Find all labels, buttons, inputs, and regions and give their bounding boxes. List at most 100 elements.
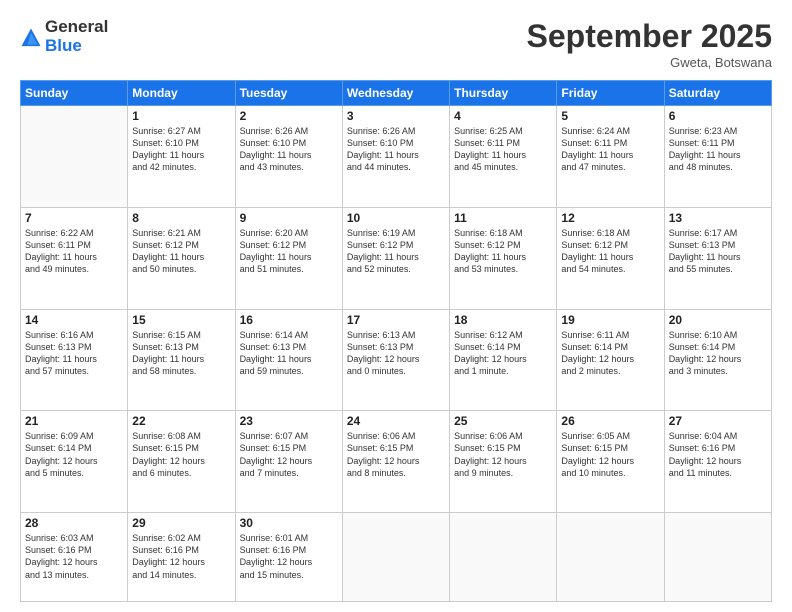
- calendar-week-1: 7Sunrise: 6:22 AM Sunset: 6:11 PM Daylig…: [21, 207, 772, 309]
- calendar-cell: 13 Sunrise: 6:17 AM Sunset: 6:13 PM Dayli…: [664, 207, 771, 309]
- page: General Blue September 2025 Gweta, Botsw…: [0, 0, 792, 612]
- calendar-cell: 23 Sunrise: 6:07 AM Sunset: 6:15 PM Dayli…: [235, 411, 342, 513]
- logo-text: General Blue: [45, 18, 108, 55]
- day-number: 23: [240, 414, 338, 428]
- day-number: 2: [240, 109, 338, 123]
- day-number: 22: [132, 414, 230, 428]
- calendar-cell: 28 Sunrise: 6:03 AM Sunset: 6:16 PM Dayli…: [21, 513, 128, 602]
- calendar-cell: 3Sunrise: 6:26 AM Sunset: 6:10 PM Daylig…: [342, 106, 449, 208]
- day-info: Sunrise: 6:06 AM Sunset: 6:15 PM Dayligh…: [454, 430, 552, 479]
- logo: General Blue: [20, 18, 108, 55]
- calendar-cell: [557, 513, 664, 602]
- day-info: Sunrise: 6:11 AM Sunset: 6:14 PM Dayligh…: [561, 329, 659, 378]
- day-info: Sunrise: 6:18 AM Sunset: 6:12 PM Dayligh…: [561, 227, 659, 276]
- calendar-cell: 8 Sunrise: 6:21 AM Sunset: 6:12 PM Daylig…: [128, 207, 235, 309]
- day-info: Sunrise: 6:27 AM Sunset: 6:10 PM Dayligh…: [132, 125, 230, 174]
- weekday-tuesday: Tuesday: [235, 81, 342, 106]
- day-number: 29: [132, 516, 230, 530]
- logo-icon: [20, 27, 42, 49]
- calendar-cell: 16 Sunrise: 6:14 AM Sunset: 6:13 PM Dayli…: [235, 309, 342, 411]
- day-info: Sunrise: 6:26 AM Sunset: 6:10 PM Dayligh…: [240, 125, 338, 174]
- calendar-cell: 24 Sunrise: 6:06 AM Sunset: 6:15 PM Dayli…: [342, 411, 449, 513]
- day-number: 5: [561, 109, 659, 123]
- calendar-week-3: 21 Sunrise: 6:09 AM Sunset: 6:14 PM Dayli…: [21, 411, 772, 513]
- calendar-cell: 12Sunrise: 6:18 AM Sunset: 6:12 PM Dayli…: [557, 207, 664, 309]
- day-info: Sunrise: 6:01 AM Sunset: 6:16 PM Dayligh…: [240, 532, 338, 581]
- calendar-cell: [664, 513, 771, 602]
- day-number: 10: [347, 211, 445, 225]
- month-title: September 2025: [527, 18, 772, 55]
- location: Gweta, Botswana: [527, 55, 772, 70]
- day-number: 25: [454, 414, 552, 428]
- day-info: Sunrise: 6:14 AM Sunset: 6:13 PM Dayligh…: [240, 329, 338, 378]
- calendar-week-4: 28 Sunrise: 6:03 AM Sunset: 6:16 PM Dayli…: [21, 513, 772, 602]
- calendar-header: Sunday Monday Tuesday Wednesday Thursday…: [21, 81, 772, 106]
- day-info: Sunrise: 6:03 AM Sunset: 6:16 PM Dayligh…: [25, 532, 123, 581]
- logo-blue-text: Blue: [45, 37, 108, 56]
- day-info: Sunrise: 6:17 AM Sunset: 6:13 PM Dayligh…: [669, 227, 767, 276]
- day-info: Sunrise: 6:26 AM Sunset: 6:10 PM Dayligh…: [347, 125, 445, 174]
- day-info: Sunrise: 6:18 AM Sunset: 6:12 PM Dayligh…: [454, 227, 552, 276]
- calendar-cell: 18 Sunrise: 6:12 AM Sunset: 6:14 PM Dayli…: [450, 309, 557, 411]
- title-area: September 2025 Gweta, Botswana: [527, 18, 772, 70]
- calendar-cell: [450, 513, 557, 602]
- calendar-cell: 15Sunrise: 6:15 AM Sunset: 6:13 PM Dayli…: [128, 309, 235, 411]
- calendar-cell: 27Sunrise: 6:04 AM Sunset: 6:16 PM Dayli…: [664, 411, 771, 513]
- calendar-cell: 7Sunrise: 6:22 AM Sunset: 6:11 PM Daylig…: [21, 207, 128, 309]
- calendar-cell: 17Sunrise: 6:13 AM Sunset: 6:13 PM Dayli…: [342, 309, 449, 411]
- day-info: Sunrise: 6:06 AM Sunset: 6:15 PM Dayligh…: [347, 430, 445, 479]
- day-number: 6: [669, 109, 767, 123]
- day-info: Sunrise: 6:19 AM Sunset: 6:12 PM Dayligh…: [347, 227, 445, 276]
- day-number: 21: [25, 414, 123, 428]
- calendar-cell: 1 Sunrise: 6:27 AM Sunset: 6:10 PM Daylig…: [128, 106, 235, 208]
- calendar-cell: 4Sunrise: 6:25 AM Sunset: 6:11 PM Daylig…: [450, 106, 557, 208]
- calendar-cell: 10 Sunrise: 6:19 AM Sunset: 6:12 PM Dayli…: [342, 207, 449, 309]
- day-number: 11: [454, 211, 552, 225]
- day-info: Sunrise: 6:07 AM Sunset: 6:15 PM Dayligh…: [240, 430, 338, 479]
- day-number: 26: [561, 414, 659, 428]
- day-number: 8: [132, 211, 230, 225]
- day-number: 14: [25, 313, 123, 327]
- calendar-cell: 25 Sunrise: 6:06 AM Sunset: 6:15 PM Dayli…: [450, 411, 557, 513]
- calendar-cell: 20 Sunrise: 6:10 AM Sunset: 6:14 PM Dayli…: [664, 309, 771, 411]
- day-info: Sunrise: 6:09 AM Sunset: 6:14 PM Dayligh…: [25, 430, 123, 479]
- day-info: Sunrise: 6:21 AM Sunset: 6:12 PM Dayligh…: [132, 227, 230, 276]
- calendar-week-2: 14 Sunrise: 6:16 AM Sunset: 6:13 PM Dayli…: [21, 309, 772, 411]
- day-number: 27: [669, 414, 767, 428]
- day-number: 1: [132, 109, 230, 123]
- calendar: Sunday Monday Tuesday Wednesday Thursday…: [20, 80, 772, 602]
- calendar-cell: 19 Sunrise: 6:11 AM Sunset: 6:14 PM Dayli…: [557, 309, 664, 411]
- day-info: Sunrise: 6:05 AM Sunset: 6:15 PM Dayligh…: [561, 430, 659, 479]
- day-number: 30: [240, 516, 338, 530]
- day-info: Sunrise: 6:24 AM Sunset: 6:11 PM Dayligh…: [561, 125, 659, 174]
- calendar-cell: 21 Sunrise: 6:09 AM Sunset: 6:14 PM Dayli…: [21, 411, 128, 513]
- weekday-saturday: Saturday: [664, 81, 771, 106]
- day-number: 24: [347, 414, 445, 428]
- calendar-week-0: 1 Sunrise: 6:27 AM Sunset: 6:10 PM Daylig…: [21, 106, 772, 208]
- day-number: 17: [347, 313, 445, 327]
- day-info: Sunrise: 6:16 AM Sunset: 6:13 PM Dayligh…: [25, 329, 123, 378]
- day-number: 15: [132, 313, 230, 327]
- calendar-cell: 2 Sunrise: 6:26 AM Sunset: 6:10 PM Daylig…: [235, 106, 342, 208]
- calendar-cell: 14 Sunrise: 6:16 AM Sunset: 6:13 PM Dayli…: [21, 309, 128, 411]
- day-info: Sunrise: 6:10 AM Sunset: 6:14 PM Dayligh…: [669, 329, 767, 378]
- day-number: 4: [454, 109, 552, 123]
- day-number: 20: [669, 313, 767, 327]
- day-info: Sunrise: 6:20 AM Sunset: 6:12 PM Dayligh…: [240, 227, 338, 276]
- day-number: 18: [454, 313, 552, 327]
- calendar-cell: [21, 106, 128, 208]
- day-number: 19: [561, 313, 659, 327]
- calendar-cell: 5 Sunrise: 6:24 AM Sunset: 6:11 PM Daylig…: [557, 106, 664, 208]
- day-number: 13: [669, 211, 767, 225]
- header: General Blue September 2025 Gweta, Botsw…: [20, 18, 772, 70]
- day-info: Sunrise: 6:02 AM Sunset: 6:16 PM Dayligh…: [132, 532, 230, 581]
- calendar-cell: 26 Sunrise: 6:05 AM Sunset: 6:15 PM Dayli…: [557, 411, 664, 513]
- weekday-wednesday: Wednesday: [342, 81, 449, 106]
- calendar-cell: 9Sunrise: 6:20 AM Sunset: 6:12 PM Daylig…: [235, 207, 342, 309]
- day-number: 28: [25, 516, 123, 530]
- day-info: Sunrise: 6:08 AM Sunset: 6:15 PM Dayligh…: [132, 430, 230, 479]
- calendar-cell: 22 Sunrise: 6:08 AM Sunset: 6:15 PM Dayli…: [128, 411, 235, 513]
- day-info: Sunrise: 6:12 AM Sunset: 6:14 PM Dayligh…: [454, 329, 552, 378]
- day-number: 16: [240, 313, 338, 327]
- calendar-cell: 29 Sunrise: 6:02 AM Sunset: 6:16 PM Dayli…: [128, 513, 235, 602]
